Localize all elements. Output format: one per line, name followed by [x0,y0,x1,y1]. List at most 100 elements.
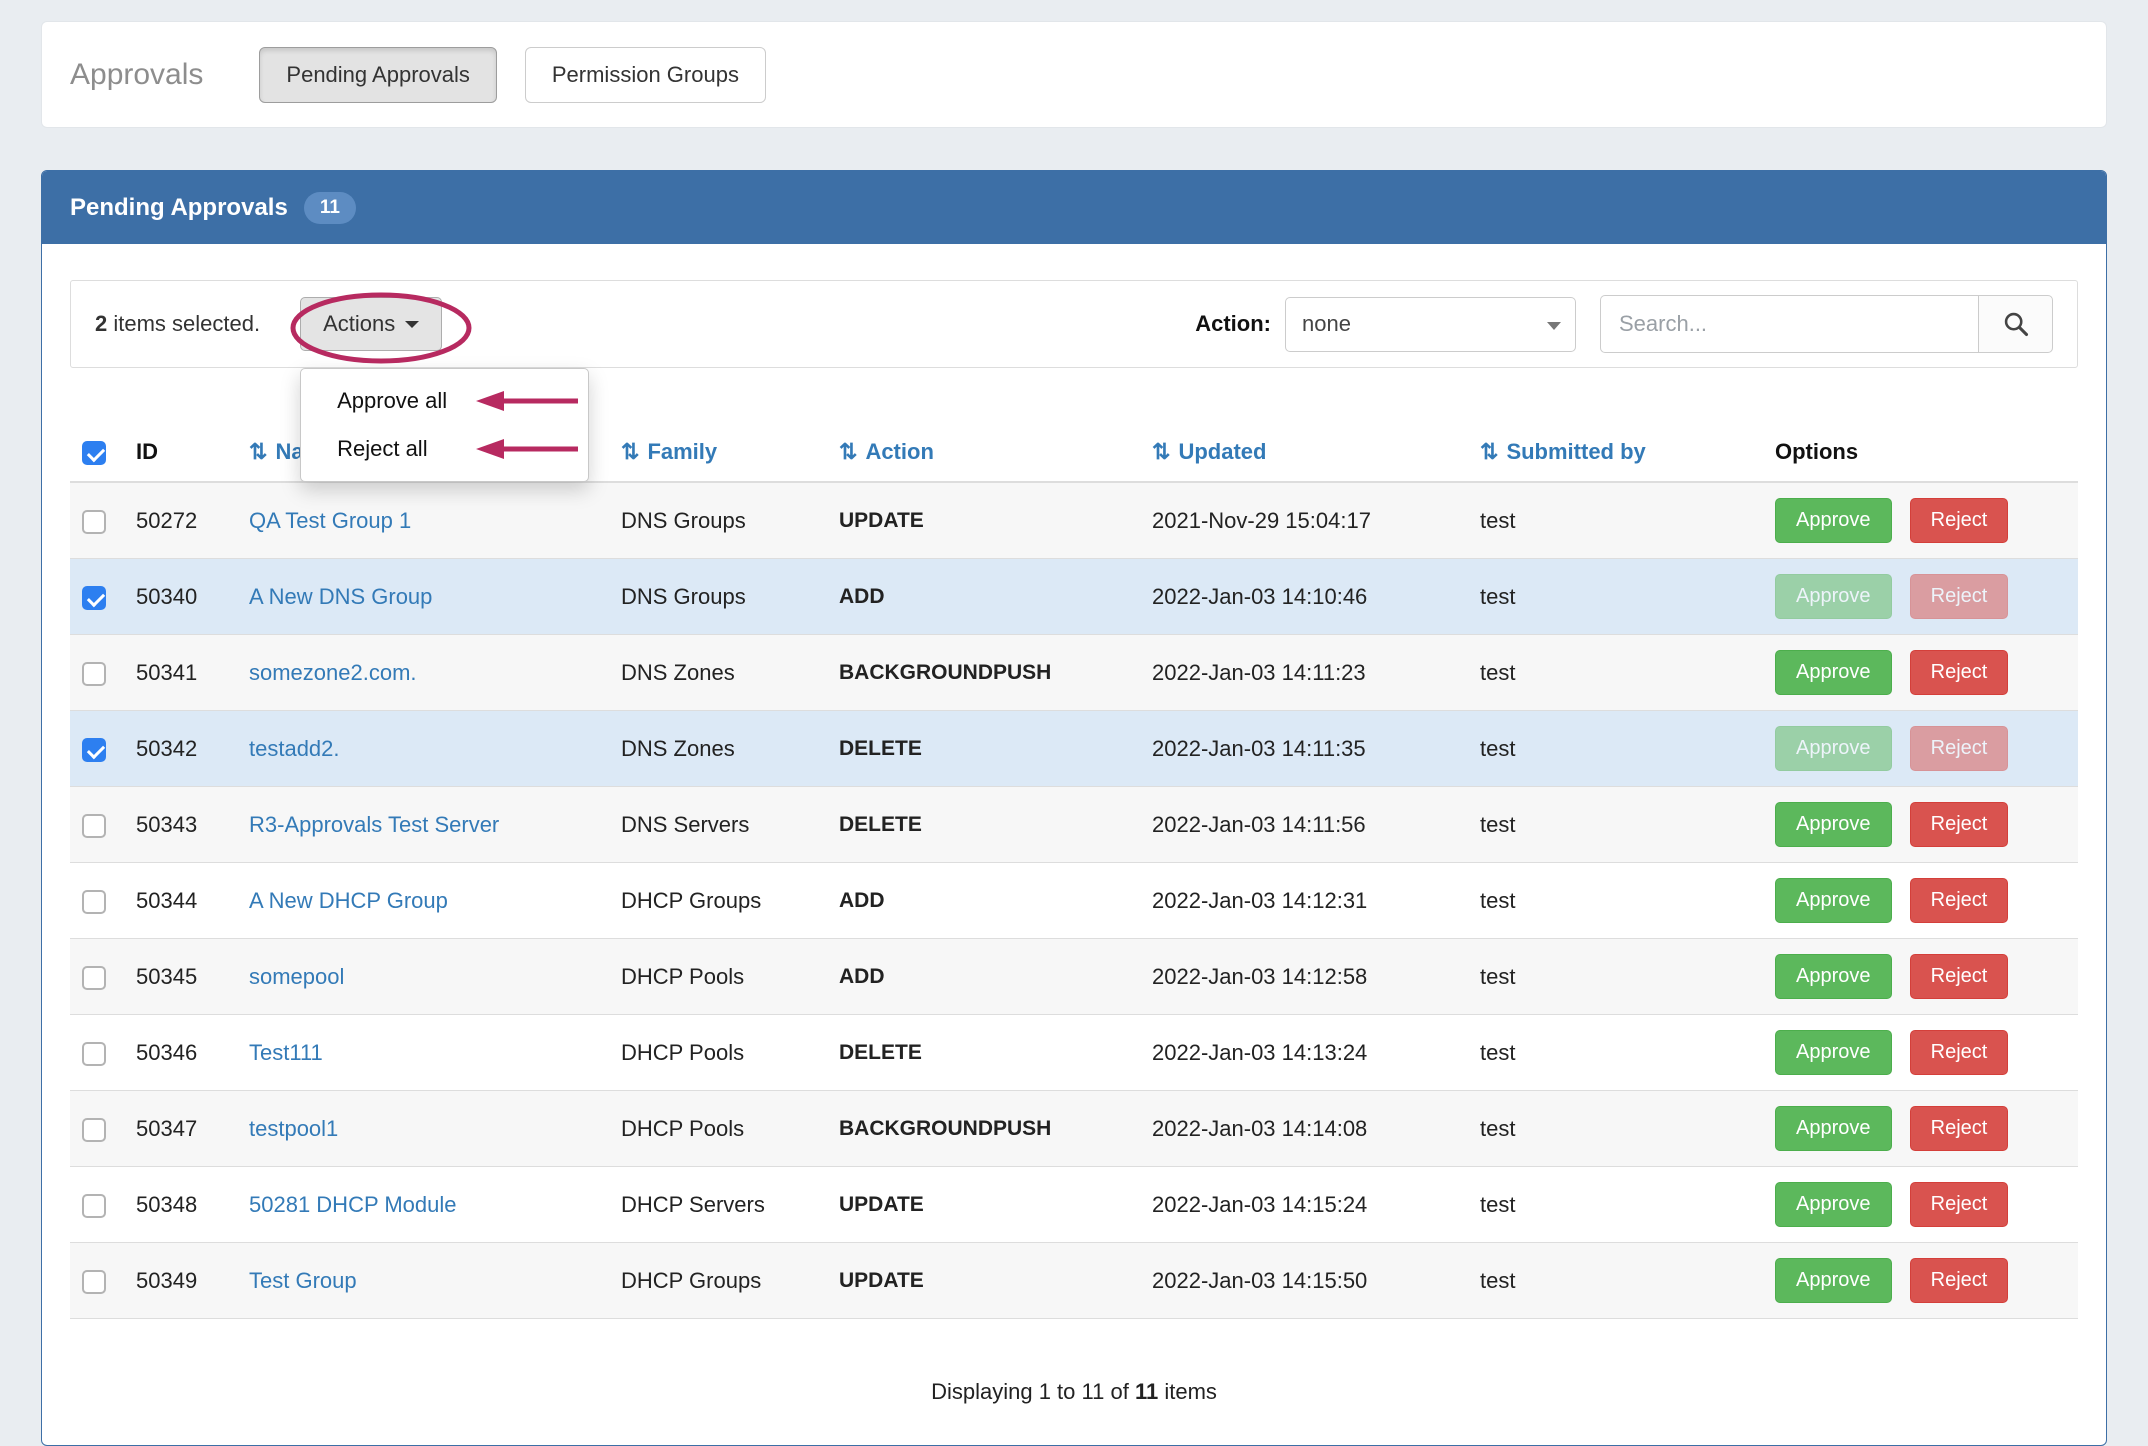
row-checkbox[interactable] [82,814,106,838]
row-updated: 2022-Jan-03 14:15:50 [1144,1243,1472,1319]
row-checkbox[interactable] [82,890,106,914]
reject-button[interactable]: Reject [1910,574,2009,619]
row-action: ADD [831,863,1144,939]
table-row: 50345 somepool DHCP Pools ADD 2022-Jan-0… [70,939,2078,1015]
approve-button[interactable]: Approve [1775,1182,1892,1227]
action-select[interactable]: none [1285,297,1576,352]
row-checkbox[interactable] [82,1270,106,1294]
table-row: 50342 testadd2. DNS Zones DELETE 2022-Ja… [70,711,2078,787]
row-checkbox[interactable] [82,510,106,534]
page-title: Approvals [70,58,203,92]
row-updated: 2022-Jan-03 14:10:46 [1144,559,1472,635]
row-action: BACKGROUNDPUSH [831,1091,1144,1167]
row-submitted-by: test [1472,635,1767,711]
row-submitted-by: test [1472,711,1767,787]
select-all-checkbox[interactable] [82,441,106,465]
row-checkbox[interactable] [82,586,106,610]
row-checkbox[interactable] [82,1118,106,1142]
row-family: DHCP Groups [613,863,831,939]
reject-button[interactable]: Reject [1910,650,2009,695]
row-updated: 2022-Jan-03 14:12:58 [1144,939,1472,1015]
row-id: 50341 [128,635,241,711]
row-id: 50347 [128,1091,241,1167]
reject-button[interactable]: Reject [1910,1030,2009,1075]
row-updated: 2022-Jan-03 14:11:35 [1144,711,1472,787]
actions-dropdown-menu: Approve all Reject all [300,368,589,482]
approve-button[interactable]: Approve [1775,1030,1892,1075]
row-family: DHCP Pools [613,1015,831,1091]
row-checkbox[interactable] [82,1042,106,1066]
row-checkbox[interactable] [82,966,106,990]
row-id: 50272 [128,482,241,559]
pagination-total: 11 [1135,1379,1158,1404]
row-name-link[interactable]: R3-Approvals Test Server [249,812,499,837]
reject-button[interactable]: Reject [1910,1106,2009,1151]
row-checkbox[interactable] [82,738,106,762]
column-header-submitted-by[interactable]: ⇅Submitted by [1472,423,1767,482]
selected-text: items selected. [107,311,260,336]
row-action: ADD [831,559,1144,635]
row-name-link[interactable]: 50281 DHCP Module [249,1192,457,1217]
approve-button[interactable]: Approve [1775,1258,1892,1303]
approve-button[interactable]: Approve [1775,878,1892,923]
approve-button[interactable]: Approve [1775,650,1892,695]
row-id: 50340 [128,559,241,635]
row-action: UPDATE [831,1243,1144,1319]
row-checkbox[interactable] [82,662,106,686]
row-id: 50348 [128,1167,241,1243]
row-name-link[interactable]: testadd2. [249,736,340,761]
action-filter-label: Action: [1195,311,1271,337]
reject-button[interactable]: Reject [1910,954,2009,999]
approve-button[interactable]: Approve [1775,726,1892,771]
reject-button[interactable]: Reject [1910,1182,2009,1227]
pagination-prefix: Displaying 1 to 11 of [931,1379,1129,1404]
row-name-link[interactable]: somepool [249,964,344,989]
row-name-link[interactable]: QA Test Group 1 [249,508,411,533]
column-header-id: ID [128,423,241,482]
annotation-arrow [470,435,580,463]
row-name-link[interactable]: testpool1 [249,1116,338,1141]
sort-icon: ⇅ [839,439,857,464]
sort-icon: ⇅ [249,439,267,464]
tab-pending-approvals[interactable]: Pending Approvals [259,47,496,103]
row-family: DHCP Pools [613,939,831,1015]
approve-button[interactable]: Approve [1775,574,1892,619]
approve-button[interactable]: Approve [1775,498,1892,543]
reject-button[interactable]: Reject [1910,1258,2009,1303]
approve-button[interactable]: Approve [1775,954,1892,999]
row-name-link[interactable]: somezone2.com. [249,660,417,685]
menu-item-approve-all[interactable]: Approve all [301,377,588,425]
approve-button[interactable]: Approve [1775,802,1892,847]
caret-down-icon [1547,322,1561,330]
page-header: Approvals Pending Approvals Permission G… [41,21,2107,128]
actions-dropdown: Actions Approve all Reject all [300,297,442,351]
caret-down-icon [405,321,419,328]
reject-button[interactable]: Reject [1910,802,2009,847]
row-name-link[interactable]: Test Group [249,1268,357,1293]
row-action: DELETE [831,787,1144,863]
count-badge: 11 [304,192,356,224]
table-row: 50347 testpool1 DHCP Pools BACKGROUNDPUS… [70,1091,2078,1167]
row-name-link[interactable]: Test111 [249,1040,323,1065]
approve-button[interactable]: Approve [1775,1106,1892,1151]
column-header-family[interactable]: ⇅Family [613,423,831,482]
table-row: 50343 R3-Approvals Test Server DNS Serve… [70,787,2078,863]
menu-item-reject-all[interactable]: Reject all [301,425,588,473]
row-checkbox[interactable] [82,1194,106,1218]
row-name-link[interactable]: A New DHCP Group [249,888,448,913]
column-header-updated[interactable]: ⇅Updated [1144,423,1472,482]
reject-button[interactable]: Reject [1910,878,2009,923]
tab-permission-groups[interactable]: Permission Groups [525,47,766,103]
pagination-suffix: items [1164,1379,1217,1404]
actions-button[interactable]: Actions [300,297,442,351]
column-header-action[interactable]: ⇅Action [831,423,1144,482]
pagination-status: Displaying 1 to 11 of 11 items [70,1379,2078,1405]
reject-button[interactable]: Reject [1910,726,2009,771]
row-action: DELETE [831,1015,1144,1091]
search-button[interactable] [1978,295,2053,353]
table-row: 50272 QA Test Group 1 DNS Groups UPDATE … [70,482,2078,559]
row-submitted-by: test [1472,787,1767,863]
reject-button[interactable]: Reject [1910,498,2009,543]
row-name-link[interactable]: A New DNS Group [249,584,432,609]
search-input[interactable] [1600,295,1978,353]
